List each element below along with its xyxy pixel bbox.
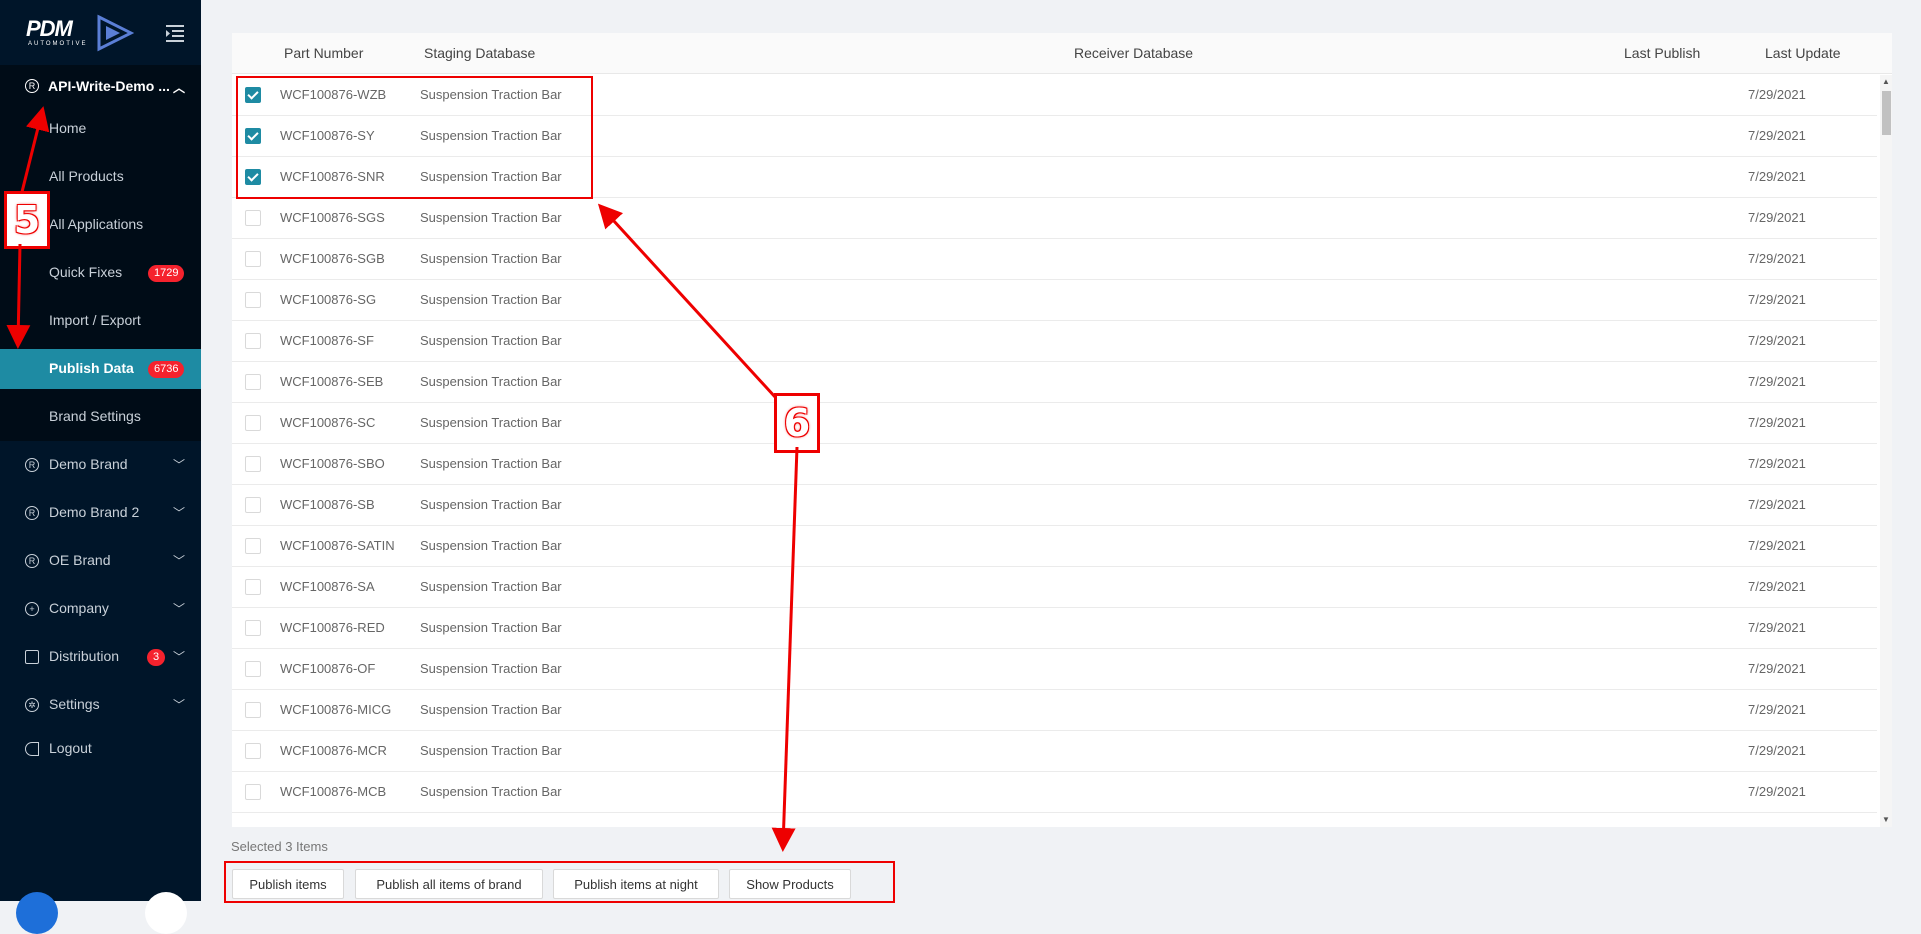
annotation-arrows <box>6 106 799 852</box>
